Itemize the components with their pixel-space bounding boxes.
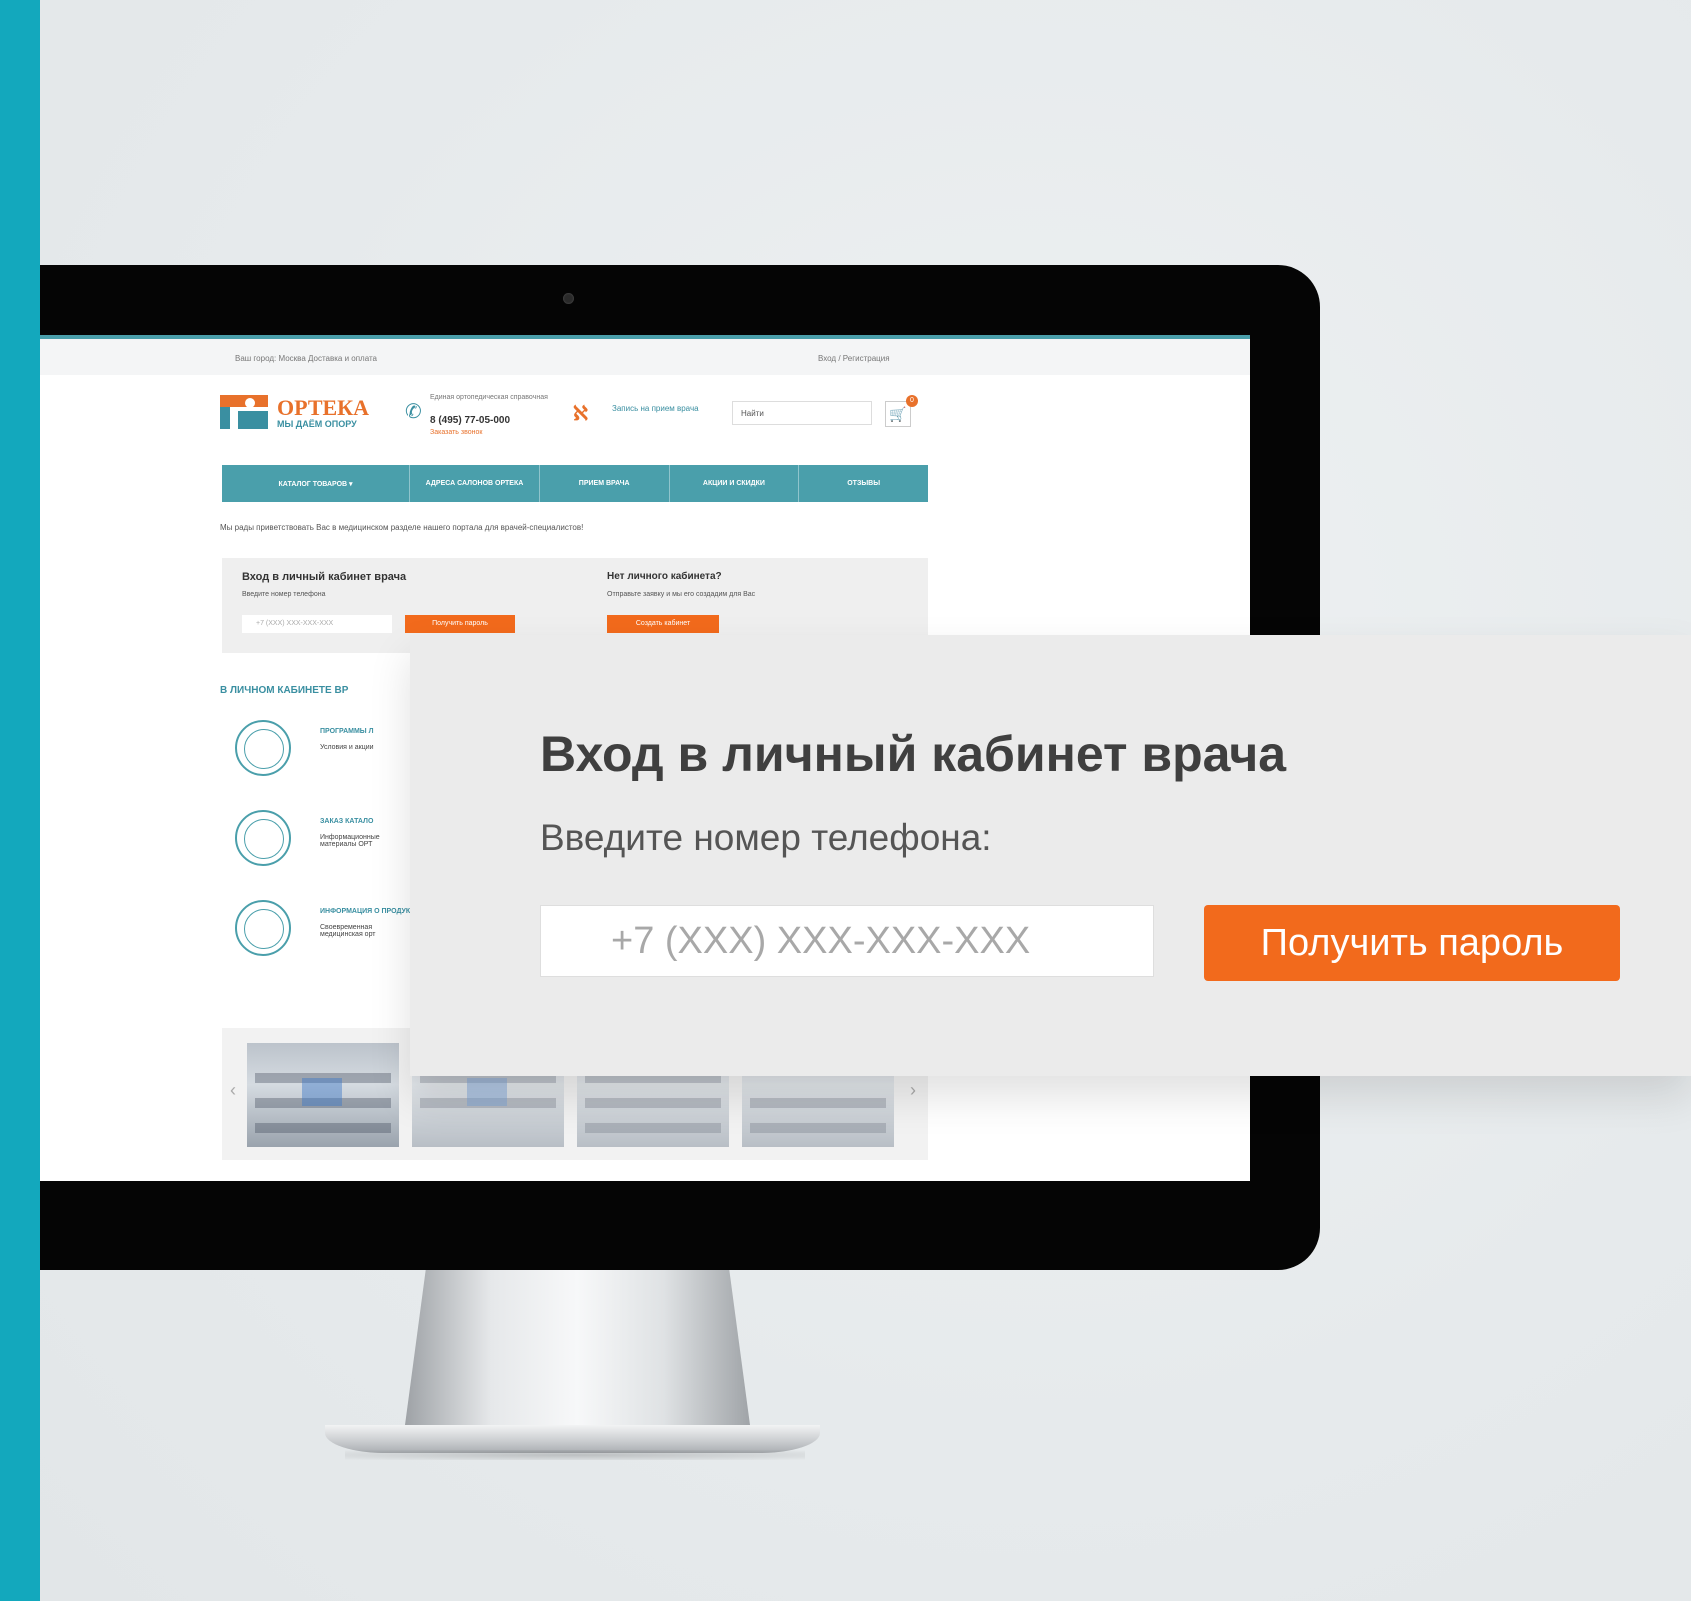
phone-caption: Единая ортопедическая справочная	[430, 394, 548, 401]
nav-salons[interactable]: АДРЕСА САЛОНОВ ОРТЕКА	[410, 465, 540, 502]
handshake-icon	[235, 720, 291, 776]
feature-text: Своевременная медицинская орт	[320, 924, 376, 938]
doctor-icon: ℵ	[573, 403, 588, 425]
login-subtitle-large: Введите номер телефона:	[540, 817, 992, 858]
cloud-icon	[235, 900, 291, 956]
no-account-title: Нет личного кабинета?	[607, 571, 722, 582]
city-selector[interactable]: Ваш город: Москва Доставка и оплата	[235, 354, 377, 363]
logo-icon	[220, 395, 268, 429]
phone-input-small[interactable]: +7 (XXX) XXX-XXX-XXX	[242, 615, 392, 633]
cabinet-heading: В ЛИЧНОМ КАБИНЕТЕ ВР	[220, 685, 349, 696]
logo-name: ОРТЕКА	[277, 395, 370, 420]
phone-number[interactable]: 8 (495) 77-05-000	[430, 415, 510, 426]
nav-catalog[interactable]: КАТАЛОГ ТОВАРОВ ▾	[222, 465, 411, 502]
nav-promotions[interactable]: АКЦИИ И СКИДКИ	[670, 465, 800, 502]
site-topbar: Ваш город: Москва Доставка и оплата Вход…	[40, 335, 1250, 375]
login-zoom-panel: Вход в личный кабинет врача Введите номе…	[410, 635, 1691, 1076]
feature-text: Условия и акции	[320, 744, 374, 751]
get-password-button[interactable]: Получить пароль	[1204, 905, 1620, 981]
feature-text: Информационные материалы ОРТ	[320, 834, 380, 848]
touch-icon	[235, 810, 291, 866]
accent-stripe	[0, 0, 40, 1601]
logo-tagline: МЫ ДАЁМ ОПОРУ	[277, 419, 357, 429]
feature-title: ПРОГРАММЫ Л	[320, 728, 374, 735]
feature-product-info[interactable]: ИНФОРМАЦИЯ О ПРОДУКЦИИ Своевременная мед…	[235, 900, 435, 970]
stand-shadow	[345, 1450, 805, 1460]
site-header: ОРТЕКА МЫ ДАЁМ ОПОРУ ✆ Единая ортопедиче…	[220, 385, 930, 450]
feature-programs[interactable]: ПРОГРАММЫ Л Условия и акции	[235, 720, 435, 790]
get-password-button-small[interactable]: Получить пароль	[405, 615, 515, 633]
nav-reviews[interactable]: ОТЗЫВЫ	[799, 465, 928, 502]
doctor-appointment-link[interactable]: Запись на прием врача	[612, 403, 712, 414]
monitor-stand	[405, 1270, 750, 1425]
phone-input[interactable]: +7 (XXX) XXX-XXX-XXX	[540, 905, 1154, 977]
create-account-button[interactable]: Создать кабинет	[607, 615, 719, 633]
welcome-text: Мы рады приветствовать Вас в медицинском…	[220, 523, 584, 532]
phone-icon: ✆	[405, 401, 422, 423]
nav-doctor[interactable]: ПРИЕМ ВРАЧА	[540, 465, 670, 502]
login-title-large: Вход в личный кабинет врача	[540, 726, 1287, 782]
webcam	[563, 293, 574, 304]
login-title: Вход в личный кабинет врача	[242, 571, 407, 583]
gallery-prev-icon[interactable]: ‹	[230, 1080, 236, 1101]
main-nav: КАТАЛОГ ТОВАРОВ ▾ АДРЕСА САЛОНОВ ОРТЕКА …	[222, 465, 928, 502]
callback-link[interactable]: Заказать звонок	[430, 429, 482, 436]
feature-catalog[interactable]: ЗАКАЗ КАТАЛО Информационные материалы ОР…	[235, 810, 435, 880]
no-account-subtitle: Отправьте заявку и мы его создадим для В…	[607, 591, 756, 598]
search-input[interactable]: Найти	[732, 401, 872, 425]
feature-title: ЗАКАЗ КАТАЛО	[320, 818, 374, 825]
monitor-stand-base	[325, 1425, 820, 1453]
gallery-next-icon[interactable]: ›	[910, 1080, 916, 1101]
cart-count-badge: 0	[906, 395, 918, 407]
login-subtitle: Введите номер телефона	[242, 591, 326, 598]
gallery-thumb[interactable]	[247, 1043, 399, 1147]
login-link[interactable]: Вход / Регистрация	[818, 354, 890, 363]
